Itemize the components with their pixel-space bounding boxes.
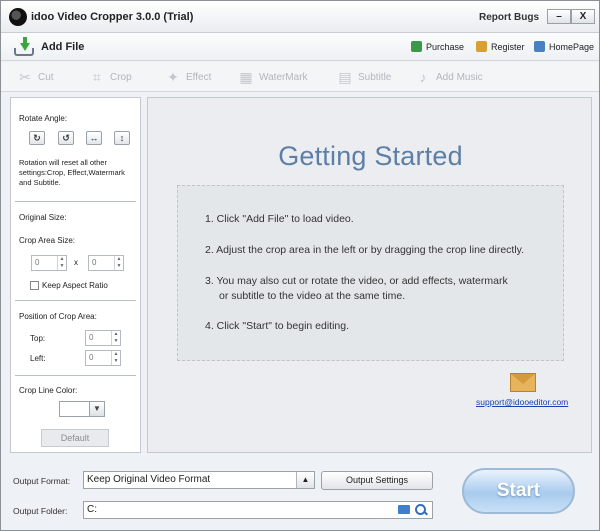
rotate-counterclockwise-button[interactable]: ↺ [58, 131, 74, 145]
tool-watermark-label: WaterMark [259, 71, 308, 83]
key-icon [476, 41, 487, 52]
spin-arrows-icon[interactable]: ▲ ▼ [111, 351, 120, 365]
purchase-label: Purchase [426, 41, 465, 52]
window-title: idoo Video Cropper 3.0.0 (Trial) [31, 11, 194, 23]
tool-watermark[interactable]: ▦ WaterMark [238, 69, 308, 85]
register-link[interactable]: Register [476, 41, 525, 52]
default-button[interactable]: Default [41, 429, 109, 447]
crop-height-input[interactable]: 0 ▲ ▼ [88, 255, 124, 271]
output-format-value: Keep Original Video Format [87, 474, 211, 485]
tool-subtitle[interactable]: ▤ Subtitle [337, 69, 391, 85]
homepage-label: HomePage [549, 41, 595, 52]
divider [15, 201, 136, 202]
crop-width-value: 0 [35, 258, 40, 267]
crop-line-color-select[interactable]: ▼ [59, 401, 105, 417]
cart-icon [411, 41, 422, 52]
crop-left-value: 0 [89, 353, 94, 362]
crop-left-input[interactable]: 0 ▲ ▼ [85, 350, 121, 366]
step-4: 4. Click "Start" to begin editing. [205, 320, 350, 332]
crop-top-input[interactable]: 0 ▲ ▼ [85, 330, 121, 346]
tools-toolbar: ✂ Cut ⌗ Crop ✦ Effect ▦ WaterMark ▤ Subt… [1, 62, 599, 92]
divider [15, 375, 136, 376]
watermark-icon: ▦ [239, 69, 253, 85]
folder-icon[interactable] [398, 505, 410, 514]
output-settings-button[interactable]: Output Settings [321, 471, 433, 490]
register-label: Register [491, 41, 525, 52]
crop-icon: ⌗ [93, 69, 101, 85]
rotate-note: Rotation will reset all other settings:C… [19, 158, 125, 187]
minimize-button[interactable]: – [547, 9, 571, 24]
crop-area-size-label: Crop Area Size: [19, 236, 76, 245]
support-email-link[interactable]: support@idooeditor.com [476, 397, 568, 407]
app-logo-icon [9, 8, 27, 26]
scissors-icon: ✂ [19, 69, 31, 85]
start-button[interactable]: Start [462, 468, 575, 514]
add-file-button[interactable]: Add File [13, 37, 84, 57]
chevron-down-icon[interactable]: ▼ [89, 402, 104, 416]
step-3-line-1: 3. You may also cut or rotate the video,… [205, 275, 508, 287]
tool-effect[interactable]: ✦ Effect [165, 69, 211, 85]
tool-effect-label: Effect [186, 71, 212, 83]
home-icon [534, 41, 545, 52]
keep-aspect-label: Keep Aspect Ratio [42, 281, 108, 290]
add-file-label: Add File [41, 41, 85, 53]
email-icon [510, 373, 536, 392]
report-bugs-link[interactable]: Report Bugs [479, 12, 539, 23]
size-separator: x [74, 258, 78, 267]
step-3-line-2: or subtitle to the video at the same tim… [219, 290, 406, 302]
output-folder-value: C: [87, 504, 97, 515]
subtitle-icon: ▤ [338, 69, 352, 85]
original-size-label: Original Size: [19, 213, 67, 222]
purchase-link[interactable]: Purchase [411, 41, 464, 52]
output-folder-label: Output Folder: [13, 506, 68, 516]
close-button[interactable]: X [571, 9, 595, 24]
tool-cut[interactable]: ✂ Cut [17, 69, 54, 85]
tool-crop[interactable]: ⌗ Crop [89, 69, 132, 85]
search-icon[interactable] [414, 503, 428, 517]
top-label: Top: [30, 334, 46, 343]
tool-add-music[interactable]: ♪ Add Music [415, 69, 483, 85]
spin-arrows-icon[interactable]: ▲ ▼ [57, 256, 66, 270]
homepage-link[interactable]: HomePage [534, 41, 594, 52]
crop-width-input[interactable]: 0 ▲ ▼ [31, 255, 67, 271]
tool-cut-label: Cut [38, 71, 54, 83]
preview-area: Getting Started 1. Click "Add File" to l… [147, 97, 592, 453]
add-file-icon [13, 37, 35, 57]
instructions-box: 1. Click "Add File" to load video. 2. Ad… [177, 185, 564, 361]
output-folder-input[interactable]: C: [83, 501, 433, 519]
tool-add-music-label: Add Music [436, 71, 483, 83]
step-2: 2. Adjust the crop area in the left or b… [205, 244, 525, 256]
flip-horizontal-button[interactable]: ↔ [86, 131, 102, 145]
crop-line-color-label: Crop Line Color: [19, 386, 78, 395]
keep-aspect-checkbox[interactable] [30, 281, 39, 290]
top-toolbar: Add File Purchase Register HomePage [1, 33, 599, 61]
output-format-select[interactable]: Keep Original Video Format ▲ [83, 471, 315, 489]
tool-crop-label: Crop [110, 71, 132, 83]
rotate-clockwise-button[interactable]: ↻ [29, 131, 45, 145]
tool-subtitle-label: Subtitle [358, 71, 392, 83]
settings-panel: Rotate Angle: ↻ ↺ ↔ ↕ Rotation will rese… [10, 97, 141, 453]
flip-vertical-button[interactable]: ↕ [114, 131, 130, 145]
crop-height-value: 0 [92, 258, 97, 267]
spin-arrows-icon[interactable]: ▲ ▼ [111, 331, 120, 345]
left-label: Left: [30, 354, 46, 363]
app-window: idoo Video Cropper 3.0.0 (Trial) Report … [0, 0, 600, 531]
title-bar: idoo Video Cropper 3.0.0 (Trial) Report … [1, 1, 599, 33]
getting-started-heading: Getting Started [278, 141, 463, 171]
music-icon: ♪ [419, 69, 427, 85]
step-1: 1. Click "Add File" to load video. [205, 213, 354, 225]
output-format-label: Output Format: [13, 476, 71, 486]
divider [15, 300, 136, 301]
spin-arrows-icon[interactable]: ▲ ▼ [114, 256, 123, 270]
rotate-angle-label: Rotate Angle: [19, 114, 68, 123]
crop-top-value: 0 [89, 333, 94, 342]
position-label: Position of Crop Area: [19, 312, 97, 321]
chevron-up-icon[interactable]: ▲ [296, 472, 314, 488]
effect-icon: ✦ [167, 69, 179, 85]
